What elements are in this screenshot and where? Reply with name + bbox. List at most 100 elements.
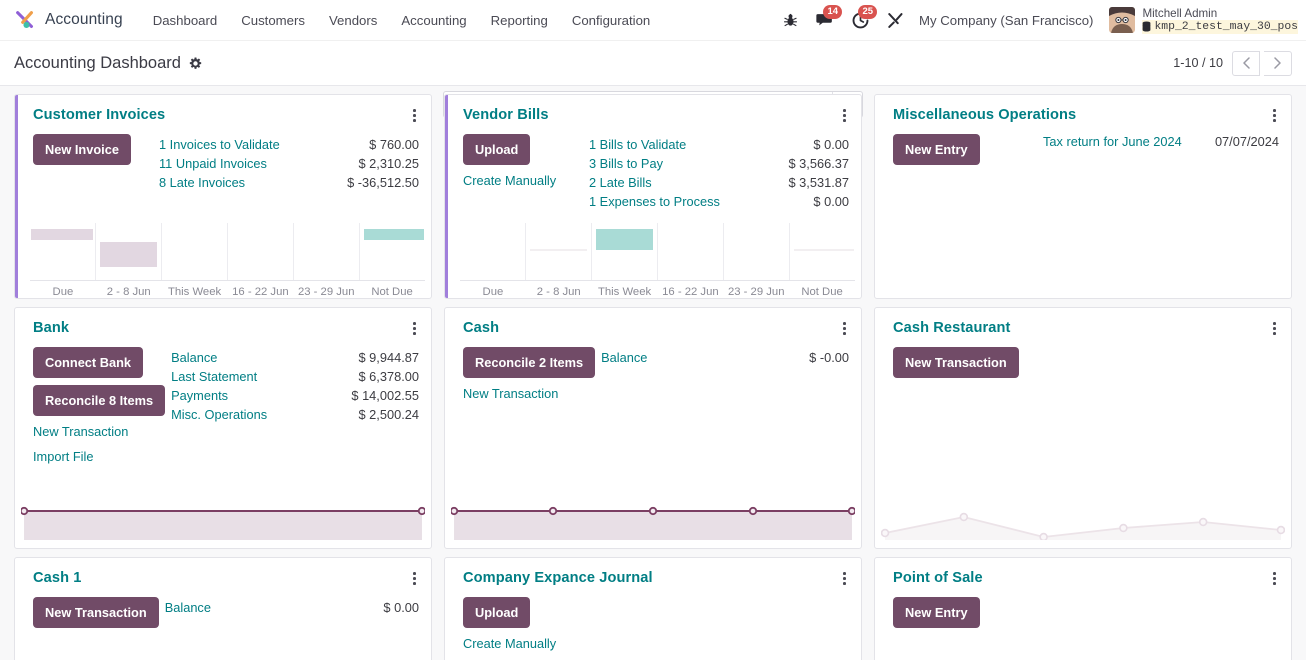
card-miscellaneous-operations: Miscellaneous Operations New Entry Tax r…: [874, 94, 1292, 299]
user-menu[interactable]: Mitchell Admin kmp_2_test_may_30_pos: [1103, 7, 1298, 34]
menu-item-dashboard[interactable]: Dashboard: [141, 3, 230, 38]
new-transaction-button[interactable]: New Transaction: [33, 596, 159, 628]
card-menu-icon[interactable]: [410, 107, 419, 124]
database-name-text: kmp_2_test_may_30_pos: [1154, 20, 1298, 33]
kpi-label[interactable]: 11 Unpaid Invoices: [159, 154, 267, 173]
card-menu-icon[interactable]: [1270, 107, 1279, 124]
kpi-label[interactable]: 1 Bills to Validate: [589, 135, 686, 154]
bar-cell[interactable]: [592, 223, 658, 280]
journal-entry-name[interactable]: Tax return for June 2024: [1043, 134, 1201, 149]
kpi-list: Balance $ 9,944.87 Last Statement $ 6,37…: [165, 347, 419, 504]
card-title[interactable]: Cash Restaurant: [893, 320, 1010, 336]
card-actions: New Entry: [893, 133, 1013, 298]
card-header: Point of Sale: [875, 558, 1291, 587]
kpi-label[interactable]: Last Statement: [171, 367, 257, 386]
bar-chart-labels: Due 2 - 8 Jun This Week 16 - 22 Jun 23 -…: [30, 281, 425, 298]
card-title[interactable]: Cash: [463, 320, 499, 336]
kpi-label[interactable]: Payments: [171, 386, 228, 405]
new-invoice-button[interactable]: New Invoice: [33, 133, 131, 165]
import-file-link[interactable]: Import File: [33, 448, 93, 466]
card-title[interactable]: Company Expance Journal: [463, 570, 653, 586]
card-actions: New Transaction: [893, 346, 1019, 470]
new-transaction-button[interactable]: New Transaction: [893, 346, 1019, 378]
bar-cell[interactable]: [228, 223, 294, 280]
pager-next-button[interactable]: [1264, 50, 1292, 76]
bar-cell[interactable]: [360, 223, 425, 280]
kpi-label[interactable]: Balance: [171, 348, 217, 367]
kpi-label[interactable]: Misc. Operations: [171, 405, 267, 424]
pager-previous-button[interactable]: [1232, 50, 1260, 76]
card-title[interactable]: Miscellaneous Operations: [893, 107, 1076, 123]
bar-cell[interactable]: [294, 223, 360, 280]
bar-cell[interactable]: [790, 223, 855, 280]
bar-cell[interactable]: [96, 223, 162, 280]
bar-label: Not Due: [801, 286, 843, 298]
menu-item-accounting[interactable]: Accounting: [389, 3, 478, 38]
journal-entry-date: 07/07/2024: [1214, 133, 1279, 149]
new-entry-button[interactable]: New Entry: [893, 133, 980, 165]
bar-cell[interactable]: [162, 223, 228, 280]
bar-cell[interactable]: [658, 223, 724, 280]
kpi-row: Misc. Operations $ 2,500.24: [171, 405, 419, 424]
reconcile-items-button[interactable]: Reconcile 2 Items: [463, 346, 596, 378]
new-entry-button[interactable]: New Entry: [893, 596, 980, 628]
upload-button[interactable]: Upload: [463, 133, 531, 165]
gear-icon[interactable]: [189, 56, 202, 70]
card-menu-icon[interactable]: [840, 320, 849, 337]
card-header: Customer Invoices: [15, 95, 431, 124]
menu-item-configuration[interactable]: Configuration: [560, 3, 662, 38]
connect-bank-button[interactable]: Connect Bank: [33, 346, 144, 378]
card-title[interactable]: Vendor Bills: [463, 107, 549, 123]
upload-button[interactable]: Upload: [463, 596, 531, 628]
chevron-left-icon: [1242, 57, 1250, 69]
card-menu-icon[interactable]: [1270, 320, 1279, 337]
card-title[interactable]: Bank: [33, 320, 69, 336]
kpi-label[interactable]: 8 Late Invoices: [159, 173, 245, 192]
card-bank: Bank Connect Bank Reconcile 8 Items New …: [14, 307, 432, 549]
reconcile-items-button[interactable]: Reconcile 8 Items: [33, 384, 166, 416]
create-manually-link[interactable]: Create Manually: [463, 172, 556, 190]
card-title[interactable]: Point of Sale: [893, 570, 983, 586]
kpi-label[interactable]: Balance: [601, 348, 647, 367]
card-header: Cash 1: [15, 558, 431, 587]
card-point-of-sale: Point of Sale New Entry: [874, 557, 1292, 660]
card-header: Company Expance Journal: [445, 558, 861, 587]
settings-tools-button[interactable]: [878, 0, 913, 41]
kpi-label[interactable]: 1 Invoices to Validate: [159, 135, 280, 154]
bar-cell[interactable]: [526, 223, 592, 280]
card-title[interactable]: Customer Invoices: [33, 107, 165, 123]
pager: 1-10 / 10: [1173, 50, 1292, 76]
card-menu-icon[interactable]: [410, 320, 419, 337]
kpi-label[interactable]: Balance: [165, 598, 211, 617]
kpi-list: 1 Bills to Validate $ 0.00 3 Bills to Pa…: [583, 134, 849, 223]
menu-item-customers[interactable]: Customers: [229, 3, 317, 38]
kpi-label[interactable]: 3 Bills to Pay: [589, 154, 663, 173]
menu-item-vendors[interactable]: Vendors: [317, 3, 389, 38]
kpi-value: $ 760.00: [369, 136, 419, 152]
card-customer-invoices: Customer Invoices New Invoice 1 Invoices…: [14, 94, 432, 299]
card-header: Vendor Bills: [445, 95, 861, 124]
bar-cell[interactable]: [724, 223, 790, 280]
debug-menu-button[interactable]: [774, 0, 807, 41]
brand-home-link[interactable]: Accounting: [14, 9, 123, 31]
kpi-row: 8 Late Invoices $ -36,512.50: [159, 173, 419, 192]
bar-cell[interactable]: [460, 223, 526, 280]
card-menu-icon[interactable]: [840, 570, 849, 587]
messaging-menu-button[interactable]: 14: [807, 0, 843, 41]
menu-item-reporting[interactable]: Reporting: [479, 3, 560, 38]
card-body: Connect Bank Reconcile 8 Items New Trans…: [15, 337, 431, 504]
activities-menu-button[interactable]: 25: [843, 0, 878, 41]
new-transaction-link[interactable]: New Transaction: [33, 423, 128, 441]
create-manually-link[interactable]: Create Manually: [463, 635, 556, 653]
kpi-label[interactable]: 2 Late Bills: [589, 173, 652, 192]
kpi-label[interactable]: 1 Expenses to Process: [589, 192, 720, 211]
company-switcher[interactable]: My Company (San Francisco): [913, 13, 1103, 28]
bar-cell[interactable]: [30, 223, 96, 280]
card-menu-icon[interactable]: [840, 107, 849, 124]
user-info: Mitchell Admin kmp_2_test_may_30_pos: [1142, 7, 1298, 34]
new-transaction-link[interactable]: New Transaction: [463, 385, 558, 403]
card-menu-icon[interactable]: [410, 570, 419, 587]
card-title[interactable]: Cash 1: [33, 570, 81, 586]
kpi-row: 11 Unpaid Invoices $ 2,310.25: [159, 154, 419, 173]
card-menu-icon[interactable]: [1270, 570, 1279, 587]
